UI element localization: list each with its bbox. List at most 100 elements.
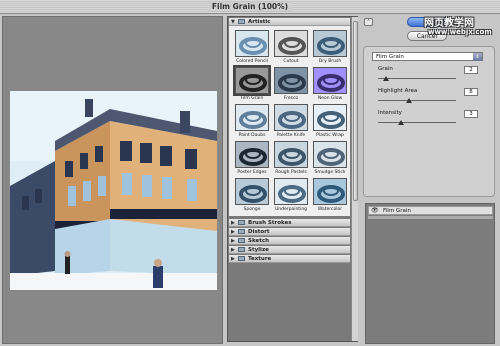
artistic-thumbnails: Colored Pencil Cutout Dry Brush Film Grain F…: [229, 26, 350, 216]
filter-thumbnail[interactable]: [274, 178, 308, 205]
title-bar[interactable]: Film Grain (100%): [0, 0, 500, 14]
filter-thumbnail[interactable]: [235, 30, 269, 57]
filter-thumbnail-label: Poster Edges: [237, 170, 267, 175]
filter-thumbnail[interactable]: [313, 67, 347, 94]
thumbnail-image: [236, 31, 268, 56]
filter-settings: Film Grain ⇕ Grain 2 Highlight Area 8 In…: [363, 46, 495, 197]
thumbnail-image: [275, 179, 307, 204]
filter-thumbnail-label: Watercolor: [317, 207, 343, 212]
thumbnail-image: [275, 142, 307, 167]
grain-slider-knob[interactable]: [382, 76, 389, 81]
filter-thumbnail[interactable]: [235, 178, 269, 205]
thumbnail-image: [236, 179, 268, 204]
thumbnail-image: [236, 68, 268, 93]
thumbnail-image: [314, 31, 346, 56]
category-artistic[interactable]: ▼ Artistic: [229, 18, 350, 26]
filter-thumbnail[interactable]: [233, 65, 271, 96]
param-grain: Grain 2: [378, 66, 491, 86]
browser-empty-area: [229, 281, 350, 341]
expand-right-icon: ▶: [231, 238, 235, 244]
param-label: Intensity: [378, 110, 402, 116]
filter-thumbnail-label: Smudge Stick: [314, 170, 346, 175]
filter-gallery-window: Film Grain (100%) ▼ Artistic Colored Pen…: [0, 0, 500, 346]
filter-thumbnail-label: Paint Daubs: [238, 133, 266, 138]
eye-icon[interactable]: 👁: [371, 207, 379, 215]
effect-layers-panel: 👁 Film Grain: [365, 203, 495, 344]
highlight-area-slider-track[interactable]: [378, 100, 456, 101]
thumbnail-image: [314, 179, 346, 204]
filter-thumbnail-label: Sponge: [243, 207, 261, 212]
filter-browser: ▼ Artistic Colored Pencil Cutout Dry Brush…: [227, 16, 358, 342]
filter-thumbnail-label: Colored Pencil: [236, 59, 268, 64]
filter-thumbnail-label: Plastic Wrap: [316, 133, 344, 138]
filter-thumbnail-label: Rough Pastels: [275, 170, 307, 175]
thumbnail-image: [236, 105, 268, 130]
dropdown-arrow-icon: ⇕: [473, 53, 482, 61]
param-label: Grain: [378, 66, 393, 72]
effect-layer-name: Film Grain: [383, 208, 411, 214]
filter-thumbnail[interactable]: [313, 104, 347, 131]
folder-icon: [238, 229, 245, 234]
filter-thumbnail[interactable]: [274, 104, 308, 131]
filter-thumbnail[interactable]: [274, 30, 308, 57]
layer-divider: [368, 216, 493, 219]
preview-pane[interactable]: [2, 16, 223, 344]
param-intensity: Intensity 3: [378, 110, 491, 130]
param-highlight-area: Highlight Area 8: [378, 88, 491, 108]
folder-icon: [238, 19, 245, 24]
folder-icon: [238, 238, 245, 243]
chevron-up-icon[interactable]: ⌃: [364, 18, 373, 26]
folder-icon: [238, 220, 245, 225]
filter-select[interactable]: Film Grain ⇕: [372, 52, 483, 61]
filter-thumbnail[interactable]: [313, 30, 347, 57]
filter-browser-scrollbar[interactable]: [351, 17, 358, 341]
intensity-input[interactable]: 3: [464, 110, 478, 118]
category-stylize[interactable]: ▶ Stylize: [229, 246, 350, 254]
filter-thumbnail-label: Fresco: [283, 96, 299, 101]
highlight-area-slider-knob[interactable]: [406, 98, 413, 103]
filter-thumbnail-label: Underpainting: [274, 207, 308, 212]
effect-layer-item[interactable]: 👁 Film Grain: [368, 206, 493, 215]
filter-thumbnail[interactable]: [313, 141, 347, 168]
watermark-text: 网页教学网: [424, 18, 474, 29]
filter-thumbnail[interactable]: [274, 141, 308, 168]
filter-thumbnail[interactable]: [235, 141, 269, 168]
expand-right-icon: ▶: [231, 247, 235, 253]
filter-thumbnail-label: Film Grain: [240, 96, 264, 101]
expand-right-icon: ▶: [231, 256, 235, 262]
thumbnail-image: [275, 31, 307, 56]
grain-slider-track[interactable]: [378, 78, 456, 79]
window-title: Film Grain (100%): [207, 2, 293, 11]
preview-image: [10, 91, 217, 290]
filter-select-value: Film Grain: [376, 54, 404, 60]
category-distort[interactable]: ▶ Distort: [229, 228, 350, 236]
highlight-area-input[interactable]: 8: [464, 88, 478, 96]
category-texture[interactable]: ▶ Texture: [229, 255, 350, 263]
filter-thumbnail-label: Palette Knife: [276, 133, 306, 138]
param-label: Highlight Area: [378, 88, 418, 94]
expand-right-icon: ▶: [231, 220, 235, 226]
intensity-slider-track[interactable]: [378, 122, 456, 123]
filter-thumbnail[interactable]: [313, 178, 347, 205]
settings-panel: ⌃ Cancel 网页教学网 www.webjx.com Film Grain …: [360, 16, 498, 344]
watermark-url: www.webjx.com: [428, 28, 492, 36]
grain-input[interactable]: 2: [464, 66, 478, 74]
thumbnail-image: [314, 68, 346, 93]
thumbnail-image: [314, 105, 346, 130]
filter-thumbnail-label: Cutout: [283, 59, 299, 64]
thumbnail-image: [236, 142, 268, 167]
filter-thumbnail[interactable]: [235, 104, 269, 131]
thumbnail-image: [275, 105, 307, 130]
scrollbar-thumb[interactable]: [353, 21, 358, 201]
folder-icon: [238, 247, 245, 252]
folder-icon: [238, 256, 245, 261]
category-brush-strokes[interactable]: ▶ Brush Strokes: [229, 219, 350, 227]
thumbnail-image: [275, 68, 307, 93]
intensity-slider-knob[interactable]: [398, 120, 405, 125]
expand-right-icon: ▶: [231, 229, 235, 235]
filter-thumbnail[interactable]: [274, 67, 308, 94]
thumbnail-image: [314, 142, 346, 167]
category-sketch[interactable]: ▶ Sketch: [229, 237, 350, 245]
filter-thumbnail-label: Dry Brush: [318, 59, 342, 64]
watermark-logo: 网页教学网 www.webjx.com: [424, 14, 498, 40]
